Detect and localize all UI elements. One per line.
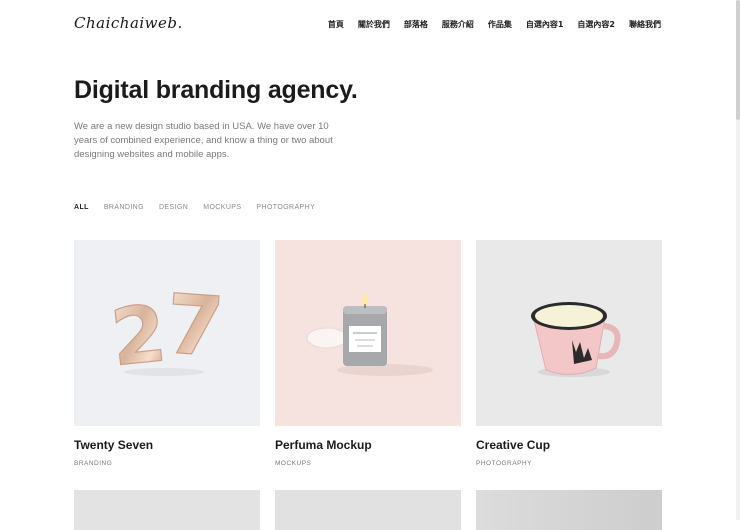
nav-item-home[interactable]: 首頁 (328, 19, 344, 30)
filter-branding[interactable]: BRANDING (104, 204, 144, 211)
hero-description: We are a new design studio based in USA.… (74, 121, 333, 160)
portfolio-thumb-row2[interactable] (74, 490, 260, 530)
portfolio-thumb-candle[interactable] (275, 240, 461, 426)
portfolio-filters: ALL BRANDING DESIGN MOCKUPS PHOTOGRAPHY (74, 204, 330, 211)
scrollbar[interactable] (736, 0, 740, 520)
nav-item-contact[interactable]: 聯絡我們 (629, 19, 661, 30)
portfolio-thumb-row2[interactable] (476, 490, 662, 530)
portfolio-thumb-row2[interactable] (275, 490, 461, 530)
filter-mockups[interactable]: MOCKUPS (203, 204, 241, 211)
card-category[interactable]: MOCKUPS (275, 460, 311, 467)
site-logo[interactable]: Chaichaiweb. (74, 14, 183, 32)
filter-all[interactable]: ALL (74, 204, 89, 211)
nav-item-custom-1[interactable]: 自選內容1 (526, 19, 564, 30)
hero-title: Digital branding agency. (74, 76, 358, 104)
portfolio-card[interactable]: Creative Cup PHOTOGRAPHY (476, 240, 662, 467)
portfolio-card[interactable]: Perfuma Mockup MOCKUPS (275, 240, 461, 467)
card-title[interactable]: Twenty Seven (74, 438, 153, 452)
cup-image (531, 302, 621, 377)
balloon-27-image: 2 7 (106, 277, 227, 385)
portfolio-thumb-cup[interactable] (476, 240, 662, 426)
svg-text:7: 7 (163, 277, 227, 376)
card-category[interactable]: BRANDING (74, 460, 112, 467)
card-title[interactable]: Perfuma Mockup (275, 438, 372, 452)
portfolio-card[interactable]: 2 7 Twenty Seven BRANDING (74, 240, 260, 467)
nav-item-portfolio[interactable]: 作品集 (488, 19, 512, 30)
card-category[interactable]: PHOTOGRAPHY (476, 460, 532, 467)
filter-photography[interactable]: PHOTOGRAPHY (256, 204, 315, 211)
scrollbar-thumb[interactable] (736, 0, 740, 120)
nav-item-about[interactable]: 關於我們 (358, 19, 390, 30)
nav-item-services[interactable]: 服務介紹 (442, 19, 474, 30)
nav-item-blog[interactable]: 部落格 (404, 19, 428, 30)
filter-design[interactable]: DESIGN (159, 204, 188, 211)
nav-item-custom-2[interactable]: 自選內容2 (577, 19, 615, 30)
portfolio-thumb-balloons[interactable]: 2 7 (74, 240, 260, 426)
card-title[interactable]: Creative Cup (476, 438, 550, 452)
candle-image (306, 294, 433, 376)
main-nav: 首頁 關於我們 部落格 服務介紹 作品集 自選內容1 自選內容2 聯絡我們 (314, 19, 661, 30)
